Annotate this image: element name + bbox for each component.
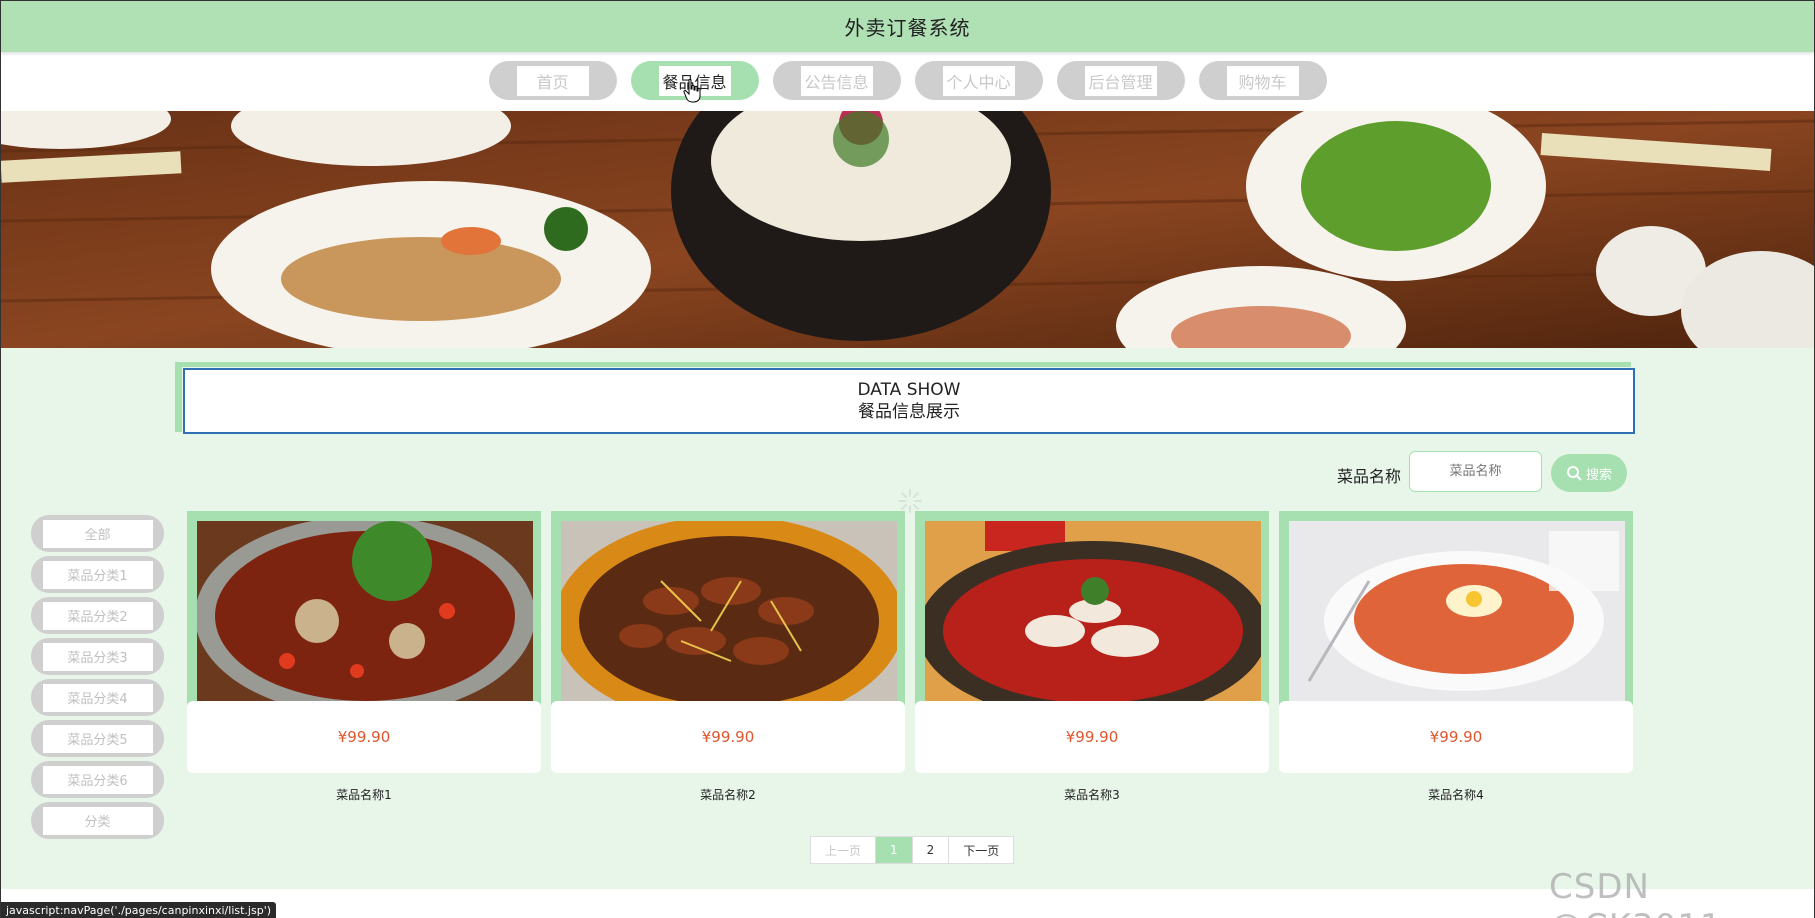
category-item[interactable]: 菜品分类6 bbox=[31, 761, 164, 798]
nav-item-cart[interactable]: 购物车 bbox=[1198, 61, 1327, 100]
category-item[interactable]: 菜品分类4 bbox=[31, 679, 164, 716]
nav-item-home[interactable]: 首页 bbox=[488, 61, 617, 100]
nav-label: 个人中心 bbox=[942, 65, 1015, 96]
search-button-label: 搜索 bbox=[1585, 467, 1612, 483]
category-item[interactable]: 分类 bbox=[31, 802, 164, 839]
product-price: ¥99.90 bbox=[1065, 728, 1119, 746]
category-label: 菜品分类6 bbox=[42, 765, 153, 794]
product-name[interactable]: 菜品名称1 bbox=[187, 786, 541, 803]
search-button[interactable]: 搜索 bbox=[1551, 454, 1627, 492]
search-icon bbox=[1566, 466, 1582, 481]
category-list: 全部 菜品分类1 菜品分类2 菜品分类3 菜品分类4 菜品分类5 菜品分类6 分… bbox=[31, 515, 164, 843]
nav-label: 购物车 bbox=[1226, 65, 1299, 96]
product-image[interactable] bbox=[925, 521, 1261, 701]
price-box: ¥99.90 bbox=[915, 701, 1269, 773]
nav-item-profile[interactable]: 个人中心 bbox=[914, 61, 1043, 100]
section-title-en: DATA SHOW bbox=[857, 380, 961, 400]
category-all[interactable]: 全部 bbox=[31, 515, 164, 552]
search-label: 菜品名称 bbox=[1337, 467, 1402, 486]
hand-cursor-icon bbox=[683, 79, 701, 103]
product-grid: ¥99.90 菜品名称1 ¥99.90 菜品名称2 ¥99.90 菜品名称3 ¥… bbox=[187, 511, 1633, 802]
category-label: 菜品分类3 bbox=[42, 642, 153, 671]
price-box: ¥99.90 bbox=[551, 701, 905, 773]
nav-label: 公告信息 bbox=[800, 65, 873, 96]
nav-label: 后台管理 bbox=[1084, 65, 1157, 96]
nav-label: 首页 bbox=[516, 65, 589, 96]
price-box: ¥99.90 bbox=[187, 701, 541, 773]
category-label: 菜品分类1 bbox=[42, 560, 153, 589]
category-label: 菜品分类5 bbox=[42, 724, 153, 753]
main-nav: 首页 餐品信息 公告信息 个人中心 后台管理 购物车 bbox=[1, 61, 1814, 103]
category-item[interactable]: 菜品分类3 bbox=[31, 638, 164, 675]
product-image[interactable] bbox=[1289, 521, 1625, 701]
prev-page-button[interactable]: 上一页 bbox=[811, 837, 877, 863]
page-button-1[interactable]: 1 bbox=[876, 837, 913, 863]
page-button-2[interactable]: 2 bbox=[913, 837, 950, 863]
app-title: 外卖订餐系统 bbox=[844, 16, 971, 40]
product-image[interactable] bbox=[197, 521, 533, 701]
category-label: 菜品分类4 bbox=[42, 683, 153, 712]
price-box: ¥99.90 bbox=[1279, 701, 1633, 773]
pagination: 上一页 1 2 下一页 bbox=[810, 836, 1015, 864]
category-item[interactable]: 菜品分类5 bbox=[31, 720, 164, 757]
category-item[interactable]: 菜品分类2 bbox=[31, 597, 164, 634]
category-label: 菜品分类2 bbox=[42, 601, 153, 630]
product-name[interactable]: 菜品名称4 bbox=[1279, 786, 1633, 803]
product-card[interactable]: ¥99.90 菜品名称4 bbox=[1279, 511, 1633, 802]
category-label: 分类 bbox=[42, 806, 153, 835]
food-banner-image bbox=[1, 111, 1814, 348]
page: 外卖订餐系统 首页 餐品信息 公告信息 个人中心 后台管理 购物车 DATA S… bbox=[0, 0, 1815, 918]
product-name[interactable]: 菜品名称3 bbox=[915, 786, 1269, 803]
product-price: ¥99.90 bbox=[701, 728, 755, 746]
product-price: ¥99.90 bbox=[1429, 728, 1483, 746]
section-title-cn: 餐品信息展示 bbox=[858, 402, 960, 422]
dish-name-search-input[interactable] bbox=[1409, 451, 1542, 492]
nav-item-announcements[interactable]: 公告信息 bbox=[772, 61, 901, 100]
app-header: 外卖订餐系统 bbox=[1, 1, 1814, 52]
product-name[interactable]: 菜品名称2 bbox=[551, 786, 905, 803]
browser-status-bar: javascript:navPage('./pages/canpinxinxi/… bbox=[1, 902, 277, 918]
product-card[interactable]: ¥99.90 菜品名称1 bbox=[187, 511, 541, 802]
product-image[interactable] bbox=[561, 521, 897, 701]
watermark: CSDN @CK3011 bbox=[1549, 867, 1722, 918]
nav-item-admin[interactable]: 后台管理 bbox=[1056, 61, 1185, 100]
category-item[interactable]: 菜品分类1 bbox=[31, 556, 164, 593]
next-page-button[interactable]: 下一页 bbox=[949, 837, 1013, 863]
product-card[interactable]: ¥99.90 菜品名称2 bbox=[551, 511, 905, 802]
content-area: DATA SHOW 餐品信息展示 菜品名称 搜索 全部 菜品分类1 菜品分类2 … bbox=[1, 348, 1814, 889]
product-card[interactable]: ¥99.90 菜品名称3 bbox=[915, 511, 1269, 802]
section-header: DATA SHOW 餐品信息展示 bbox=[183, 368, 1635, 434]
category-label: 全部 bbox=[42, 519, 153, 548]
product-price: ¥99.90 bbox=[337, 728, 391, 746]
